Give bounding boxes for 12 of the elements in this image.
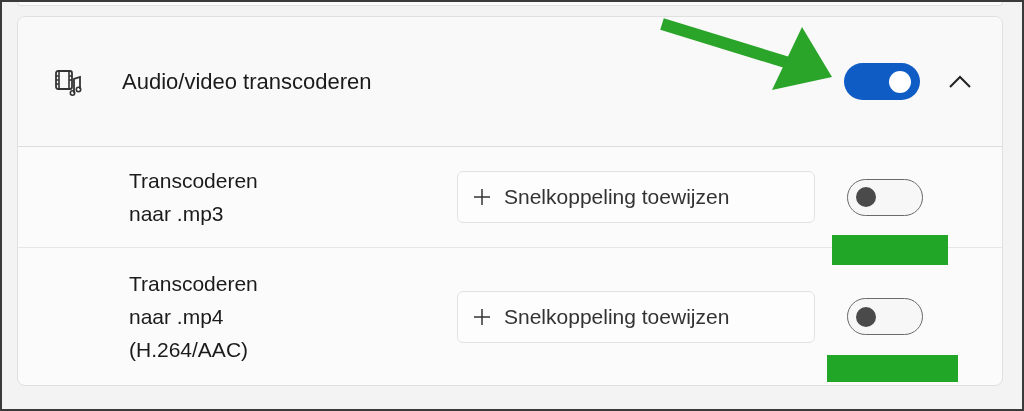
assign-shortcut-button[interactable]: Snelkoppeling toewijzen — [457, 290, 815, 343]
plus-icon — [474, 308, 490, 325]
setting-title: Audio/video transcoderen — [122, 68, 373, 95]
setting-label: Transcoderen naar .mp3 — [129, 168, 259, 227]
chevron-icon[interactable] — [948, 74, 972, 89]
media-icon — [54, 67, 82, 96]
assign-shortcut-button[interactable]: Snelkoppeling toewijzen — [457, 171, 815, 223]
toggle-switch[interactable] — [844, 63, 920, 100]
toggle-switch[interactable] — [847, 298, 923, 335]
toggle-switch[interactable] — [847, 178, 923, 216]
plus-icon — [474, 189, 490, 205]
setting-label: Transcoderen naar .mp4 (H.264/AAC) — [129, 271, 259, 363]
